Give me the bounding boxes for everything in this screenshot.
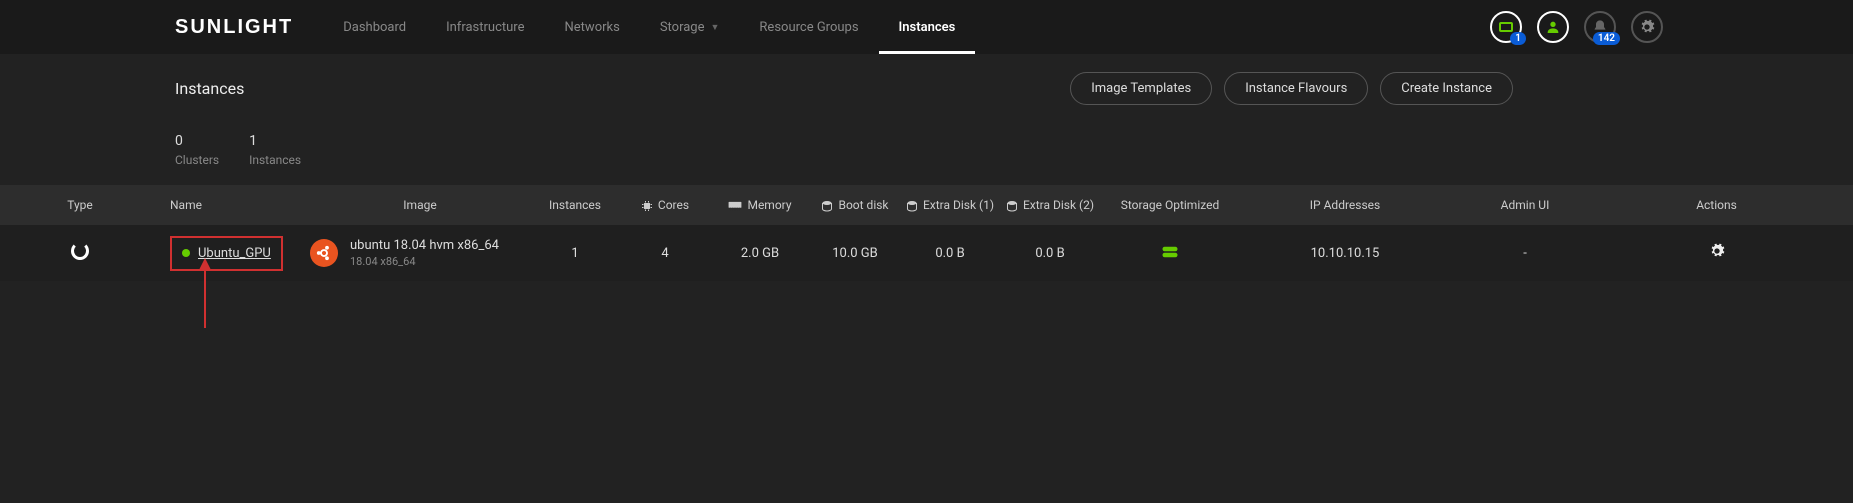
cell-actions	[1600, 243, 1833, 263]
instances-table: Type Name Image Instances Cores Memory B…	[0, 185, 1853, 281]
brand-logo: SUNLIGHT	[175, 16, 293, 39]
col-cores-label: Cores	[658, 198, 689, 212]
image-templates-button[interactable]: Image Templates	[1070, 72, 1212, 105]
col-extra2: Extra Disk (2)	[1000, 198, 1100, 212]
stat-clusters-value: 0	[175, 133, 219, 149]
cell-image: ubuntu 18.04 hvm x86_64 18.04 x86_64	[310, 238, 530, 268]
chip-icon	[641, 200, 653, 212]
status-dot-icon	[182, 249, 190, 257]
disk-icon	[906, 200, 918, 212]
memory-icon	[728, 201, 742, 211]
image-subtitle: 18.04 x86_64	[350, 255, 499, 268]
instance-flavours-button[interactable]: Instance Flavours	[1224, 72, 1368, 105]
loading-spinner-icon	[71, 242, 89, 260]
cell-storage-optimized	[1100, 244, 1240, 263]
screen-badge: 1	[1510, 32, 1526, 45]
row-actions-button[interactable]	[1709, 248, 1725, 263]
col-cores: Cores	[620, 198, 710, 212]
col-ip: IP Addresses	[1240, 198, 1450, 212]
user-account-button[interactable]	[1537, 11, 1569, 43]
screen-status-button[interactable]: 1	[1490, 11, 1522, 43]
top-bar: SUNLIGHT Dashboard Infrastructure Networ…	[0, 0, 1853, 54]
ubuntu-logo-icon	[310, 239, 338, 267]
cell-boot: 10.0 GB	[810, 246, 900, 261]
nav-instances[interactable]: Instances	[879, 0, 976, 54]
table-header-row: Type Name Image Instances Cores Memory B…	[0, 185, 1853, 225]
nav-networks[interactable]: Networks	[545, 0, 640, 54]
page-actions: Image Templates Instance Flavours Create…	[1070, 72, 1513, 105]
disk-icon	[1006, 200, 1018, 212]
notifications-badge: 142	[1593, 32, 1620, 45]
disk-icon	[821, 200, 833, 212]
stat-instances-label: Instances	[249, 153, 301, 167]
nav-storage-label: Storage	[660, 20, 705, 35]
stat-clusters: 0 Clusters	[175, 133, 219, 167]
stat-instances: 1 Instances	[249, 133, 301, 167]
cell-memory: 2.0 GB	[710, 246, 810, 261]
col-name: Name	[140, 198, 310, 212]
col-actions: Actions	[1600, 198, 1833, 212]
cell-type	[20, 242, 140, 264]
page-title: Instances	[175, 79, 244, 98]
col-boot: Boot disk	[810, 198, 900, 212]
nav-resource-groups[interactable]: Resource Groups	[739, 0, 878, 54]
col-extra2-label: Extra Disk (2)	[1023, 198, 1094, 212]
nav-dashboard[interactable]: Dashboard	[323, 0, 426, 54]
instance-name-link[interactable]: Ubuntu_GPU	[198, 246, 271, 261]
col-admin: Admin UI	[1450, 198, 1600, 212]
top-icons: 1 142	[1490, 11, 1663, 43]
cell-extra2: 0.0 B	[1000, 246, 1100, 261]
chevron-down-icon: ▼	[711, 22, 720, 33]
settings-button[interactable]	[1631, 11, 1663, 43]
page-header: Instances Image Templates Instance Flavo…	[0, 54, 1853, 123]
stats-bar: 0 Clusters 1 Instances	[0, 123, 1853, 185]
col-extra1: Extra Disk (1)	[900, 198, 1000, 212]
col-storage-optimized: Storage Optimized	[1100, 198, 1240, 212]
col-image: Image	[310, 198, 530, 212]
cell-cores: 4	[620, 246, 710, 261]
cell-extra1: 0.0 B	[900, 246, 1000, 261]
user-icon	[1545, 19, 1561, 35]
create-instance-button[interactable]: Create Instance	[1380, 72, 1513, 105]
main-nav: Dashboard Infrastructure Networks Storag…	[323, 0, 975, 54]
col-memory-label: Memory	[747, 198, 791, 212]
cell-ip: 10.10.10.15	[1240, 246, 1450, 261]
col-instances: Instances	[530, 198, 620, 212]
gear-icon	[1639, 19, 1655, 35]
cell-admin: -	[1450, 246, 1600, 261]
name-highlight-box: Ubuntu_GPU	[170, 236, 283, 271]
nav-storage[interactable]: Storage ▼	[640, 0, 740, 54]
nav-infrastructure[interactable]: Infrastructure	[426, 0, 544, 54]
image-name: ubuntu 18.04 hvm x86_64	[350, 238, 499, 253]
cell-name: Ubuntu_GPU	[140, 236, 310, 271]
col-memory: Memory	[710, 198, 810, 212]
stat-instances-value: 1	[249, 133, 301, 149]
col-type: Type	[20, 198, 140, 212]
cell-instances: 1	[530, 246, 620, 261]
table-row: Ubuntu_GPU ubuntu 18.04 hvm x86_64 18.04…	[0, 225, 1853, 281]
monitor-icon	[1499, 22, 1513, 32]
gear-icon	[1709, 243, 1725, 259]
stat-clusters-label: Clusters	[175, 153, 219, 167]
notifications-button[interactable]: 142	[1584, 11, 1616, 43]
col-boot-label: Boot disk	[838, 198, 888, 212]
storage-optimized-icon	[1161, 244, 1179, 263]
col-extra1-label: Extra Disk (1)	[923, 198, 994, 212]
